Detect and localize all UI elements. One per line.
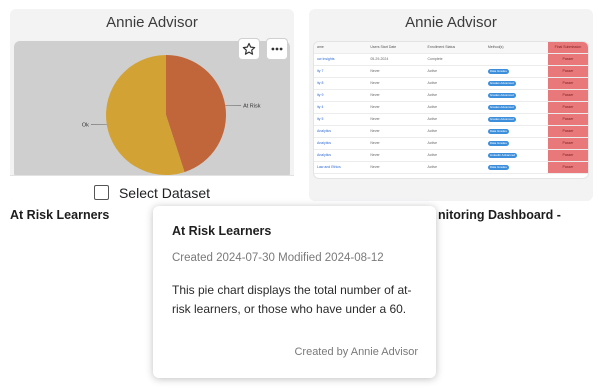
table-row: Law and Ethics Never Active Data Grades Pass… [314, 161, 588, 174]
table-cell: ity 7 [314, 65, 368, 78]
star-icon[interactable] [238, 38, 260, 60]
table-cell: Active [424, 101, 485, 114]
table-cell: Linkedin Advanced [484, 149, 548, 162]
status-badge: Data Grades [487, 164, 509, 170]
table-cell: Passer [548, 101, 588, 114]
table-cell: Passer [548, 161, 588, 174]
select-dataset-label: Select Dataset [118, 184, 211, 201]
table-cell: Never [367, 161, 425, 174]
table-cell: Never [367, 137, 425, 150]
card-header: Annie Advisor [405, 14, 497, 31]
table-cell: ity 5 [314, 113, 368, 126]
pie-label: At Risk [243, 103, 261, 109]
card-title[interactable]: nitoring Dashboard - [438, 208, 561, 222]
mini-table-header: Enrollment Status [424, 42, 485, 54]
table-row: ity 4 Never Active Grades Advanced Passer [314, 101, 588, 114]
card-title[interactable]: At Risk Learners [10, 208, 109, 222]
pie-chart: At Risk Ok [82, 55, 261, 175]
status-badge: Linkedin Advanced [487, 152, 518, 158]
table-cell: Active [424, 161, 485, 174]
tooltip-credit: Created by Annie Advisor [294, 346, 418, 358]
pie-chart-thumbnail[interactable]: At Risk Ok [14, 41, 290, 179]
table-cell: Active [424, 65, 485, 78]
table-cell: ity 9 [314, 89, 368, 102]
mini-table-header: Users Start Date [367, 42, 425, 54]
table-cell: Active [424, 113, 485, 126]
status-badge: Data Grades [487, 140, 509, 146]
table-cell: Never [367, 113, 425, 126]
table-cell: Never [367, 89, 425, 102]
table-row: Analytics Never Active Data Grades Passer [314, 137, 588, 150]
tooltip-meta: Created 2024-07-30 Modified 2024-08-12 [172, 252, 384, 264]
table-cell: ow Insights [314, 53, 368, 66]
table-cell: Passer [548, 149, 588, 162]
table-row: ity 7 Never Active Data Grades Passer [314, 65, 588, 78]
table-cell: Active [424, 149, 485, 162]
table-cell: Passer [548, 125, 588, 138]
table-row: ity 9 Never Active Grades Advanced Passer [314, 89, 588, 102]
table-cell: Analytics [314, 137, 368, 150]
table-cell: Complete [424, 53, 485, 66]
table-row: ity 8 Never Active Grades Advanced Passer [314, 77, 588, 90]
table-cell: Active [424, 125, 485, 138]
table-row: ow Insights 05-29-2024 Complete Passer [314, 53, 588, 66]
select-dataset-row[interactable]: Select Dataset [10, 175, 294, 201]
status-badge: Data Grades [487, 128, 509, 134]
table-row: ity 5 Never Active Grades Advanced Passer [314, 113, 588, 126]
table-cell: Never [367, 149, 425, 162]
dataset-card-monitoring[interactable]: Annie Advisor ame Users Start Date Enrollm… [309, 9, 593, 201]
table-cell: Analytics [314, 125, 368, 138]
mini-table-header: Final Submission [548, 42, 588, 54]
table-cell: Passer [548, 89, 588, 102]
status-badge: Data Grades [487, 68, 509, 74]
table-cell: ity 8 [314, 77, 368, 90]
table-cell: Passer [548, 77, 588, 90]
table-cell: Passer [548, 113, 588, 126]
tooltip-title: At Risk Learners [172, 224, 272, 238]
table-cell [484, 53, 548, 66]
card-header: Annie Advisor [106, 14, 198, 31]
mini-table: ame Users Start Date Enrollment Status Meth… [314, 42, 588, 174]
table-cell: Passer [548, 137, 588, 150]
table-cell: Passer [548, 65, 588, 78]
table-cell: Data Grades [484, 137, 548, 150]
tooltip-description: This pie chart displays the total number… [172, 283, 412, 316]
table-cell: Active [424, 77, 485, 90]
status-badge: Grades Advanced [487, 80, 516, 86]
mini-table-header: Method(s) [484, 42, 548, 54]
status-badge: Grades Advanced [487, 92, 516, 98]
more-icon[interactable] [266, 38, 288, 60]
table-cell: 05-29-2024 [367, 53, 425, 66]
select-dataset-checkbox[interactable] [93, 185, 109, 200]
table-cell: Data Grades [484, 125, 548, 138]
table-cell: Grades Advanced [484, 101, 548, 114]
pie-label: Ok [82, 123, 89, 129]
table-cell: Never [367, 125, 425, 138]
mini-table-header: ame [314, 42, 368, 54]
table-cell: Grades Advanced [484, 89, 548, 102]
table-cell: Data Grades [484, 65, 548, 78]
table-cell: Never [367, 101, 425, 114]
table-cell: Grades Advanced [484, 77, 548, 90]
table-cell: Never [367, 77, 425, 90]
table-cell: Grades Advanced [484, 113, 548, 126]
table-cell: Data Grades [484, 161, 548, 174]
dataset-gallery: Annie Advisor At Risk Ok Select Dataset A… [0, 0, 600, 391]
table-cell: Passer [548, 53, 588, 66]
dataset-tooltip: At Risk Learners Created 2024-07-30 Modi… [153, 206, 436, 378]
status-badge: Grades Advanced [487, 104, 516, 110]
table-row: Analytics Never Active Linkedin Advanced Pas… [314, 149, 588, 162]
table-cell: ity 4 [314, 101, 368, 114]
table-cell: Analytics [314, 149, 368, 162]
table-cell: Never [367, 65, 425, 78]
table-cell: Law and Ethics [314, 161, 368, 174]
status-badge: Grades Advanced [487, 116, 516, 122]
table-cell: Active [424, 89, 485, 102]
table-cell: Active [424, 137, 485, 150]
table-row: Analytics Never Active Data Grades Passer [314, 125, 588, 138]
table-thumbnail[interactable]: ame Users Start Date Enrollment Status Meth… [313, 41, 589, 179]
